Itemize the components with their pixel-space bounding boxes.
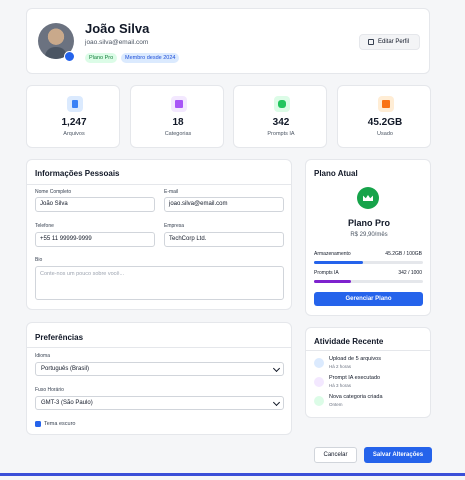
activity-item-time: Há 2 horas: [329, 364, 352, 369]
robot-icon: [274, 96, 290, 112]
stat-card-storage: 45.2GB Usado: [337, 85, 431, 148]
personal-info-card: Informações Pessoais Nome Completo João …: [26, 159, 292, 310]
preferences-card: Preferências Idioma Português (Brasil) F…: [26, 322, 292, 435]
bio-label: Bio: [35, 257, 43, 263]
stat-card-categories: 18 Categorias: [130, 85, 224, 148]
dark-theme-label: Tema escuro: [44, 421, 76, 427]
stat-value: 18: [172, 117, 184, 128]
phone-field[interactable]: +55 11 99999-9999: [35, 232, 155, 247]
cancel-button[interactable]: Cancelar: [314, 447, 357, 463]
activity-item: Prompt IA executado Há 3 horas: [314, 375, 424, 391]
timezone-select[interactable]: GMT-3 (São Paulo): [35, 396, 284, 410]
language-label: Idioma: [35, 353, 51, 359]
plan-name: Plano Pro: [347, 218, 390, 228]
timezone-label: Fuso Horário: [35, 387, 64, 393]
sparkle-icon: [314, 377, 324, 387]
activity-card: Atividade Recente Upload de 5 arquivos H…: [305, 327, 431, 418]
storage-icon: [378, 96, 394, 112]
activity-item: Nova categoria criada Ontem: [314, 394, 424, 410]
prompts-label: Prompts IA: [314, 270, 339, 276]
plan-card: Plano Atual Plano Pro R$ 29,90/mês Armaz…: [305, 159, 431, 316]
stat-label: Prompts IA: [267, 131, 295, 137]
camera-icon[interactable]: [64, 51, 75, 62]
profile-email: joao.silva@email.com: [85, 39, 149, 46]
name-field[interactable]: João Silva: [35, 197, 155, 212]
activity-item-time: Ontem: [329, 402, 343, 407]
activity-item-title: Nova categoria criada: [329, 394, 383, 400]
personal-info-title: Informações Pessoais: [35, 169, 120, 178]
stat-label: Categorias: [164, 131, 192, 137]
timezone-value: GMT-3 (São Paulo): [41, 400, 93, 406]
member-badge: Membro desde 2024: [121, 53, 180, 63]
activity-item-time: Há 3 horas: [329, 383, 352, 388]
company-field[interactable]: TechCorp Ltd.: [164, 232, 284, 247]
stat-label: Arquivos: [63, 131, 85, 137]
preferences-title: Preferências: [35, 333, 84, 342]
crown-icon: [357, 187, 379, 209]
activity-item-title: Upload de 5 arquivos: [329, 356, 381, 362]
file-icon: [67, 96, 83, 112]
stat-value: 342: [272, 117, 290, 128]
activity-item: Upload de 5 arquivos Há 2 horas: [314, 356, 424, 372]
phone-label: Telefone: [35, 223, 54, 229]
section-divider: [27, 184, 291, 185]
edit-profile-label: Editar Perfil: [378, 39, 410, 45]
language-value: Português (Brasil): [41, 366, 90, 372]
stat-label: Usado: [377, 131, 393, 137]
prompts-value: 342 / 1000: [398, 270, 422, 276]
upload-icon: [314, 358, 324, 368]
email-field[interactable]: joao.silva@email.com: [164, 197, 284, 212]
storage-label: Armazenamento: [314, 251, 351, 257]
section-divider: [306, 350, 430, 351]
folder-plus-icon: [314, 396, 324, 406]
activity-item-title: Prompt IA executado: [329, 375, 381, 381]
section-divider: [27, 347, 291, 348]
save-changes-button[interactable]: Salvar Alterações: [364, 447, 432, 463]
dark-theme-checkbox[interactable]: [35, 421, 41, 427]
language-select[interactable]: Português (Brasil): [35, 362, 284, 376]
manage-plan-button[interactable]: Gerenciar Plano: [314, 292, 423, 306]
chevron-down-icon: [272, 364, 281, 373]
email-label: E-mail: [164, 189, 179, 195]
plan-title: Plano Atual: [314, 169, 358, 178]
storage-value: 45.2GB / 100GB: [385, 251, 422, 257]
edit-icon: [368, 39, 374, 45]
name-label: Nome Completo: [35, 189, 72, 195]
company-label: Empresa: [164, 223, 185, 229]
plan-badge: Plano Pro: [85, 53, 118, 63]
stat-value: 45.2GB: [367, 117, 403, 128]
bio-textarea[interactable]: Conte-nos um pouco sobre você...: [35, 266, 284, 300]
profile-card: João Silva joao.silva@email.com Plano Pr…: [26, 8, 430, 74]
bottom-accent-bar: [0, 473, 465, 476]
profile-name: João Silva: [85, 21, 150, 36]
edit-profile-button[interactable]: Editar Perfil: [359, 34, 420, 50]
storage-progress-fill: [314, 261, 364, 264]
folder-icon: [171, 96, 187, 112]
activity-title: Atividade Recente: [314, 337, 384, 346]
storage-progress: [314, 261, 423, 264]
prompts-progress: [314, 280, 423, 283]
chevron-down-icon: [272, 398, 281, 407]
prompts-progress-fill: [314, 280, 352, 283]
stat-value: 1,247: [61, 117, 87, 128]
plan-price: R$ 29,90/mês: [350, 232, 388, 238]
stat-card-prompts: 342 Prompts IA: [233, 85, 327, 148]
stat-card-files: 1,247 Arquivos: [26, 85, 120, 148]
